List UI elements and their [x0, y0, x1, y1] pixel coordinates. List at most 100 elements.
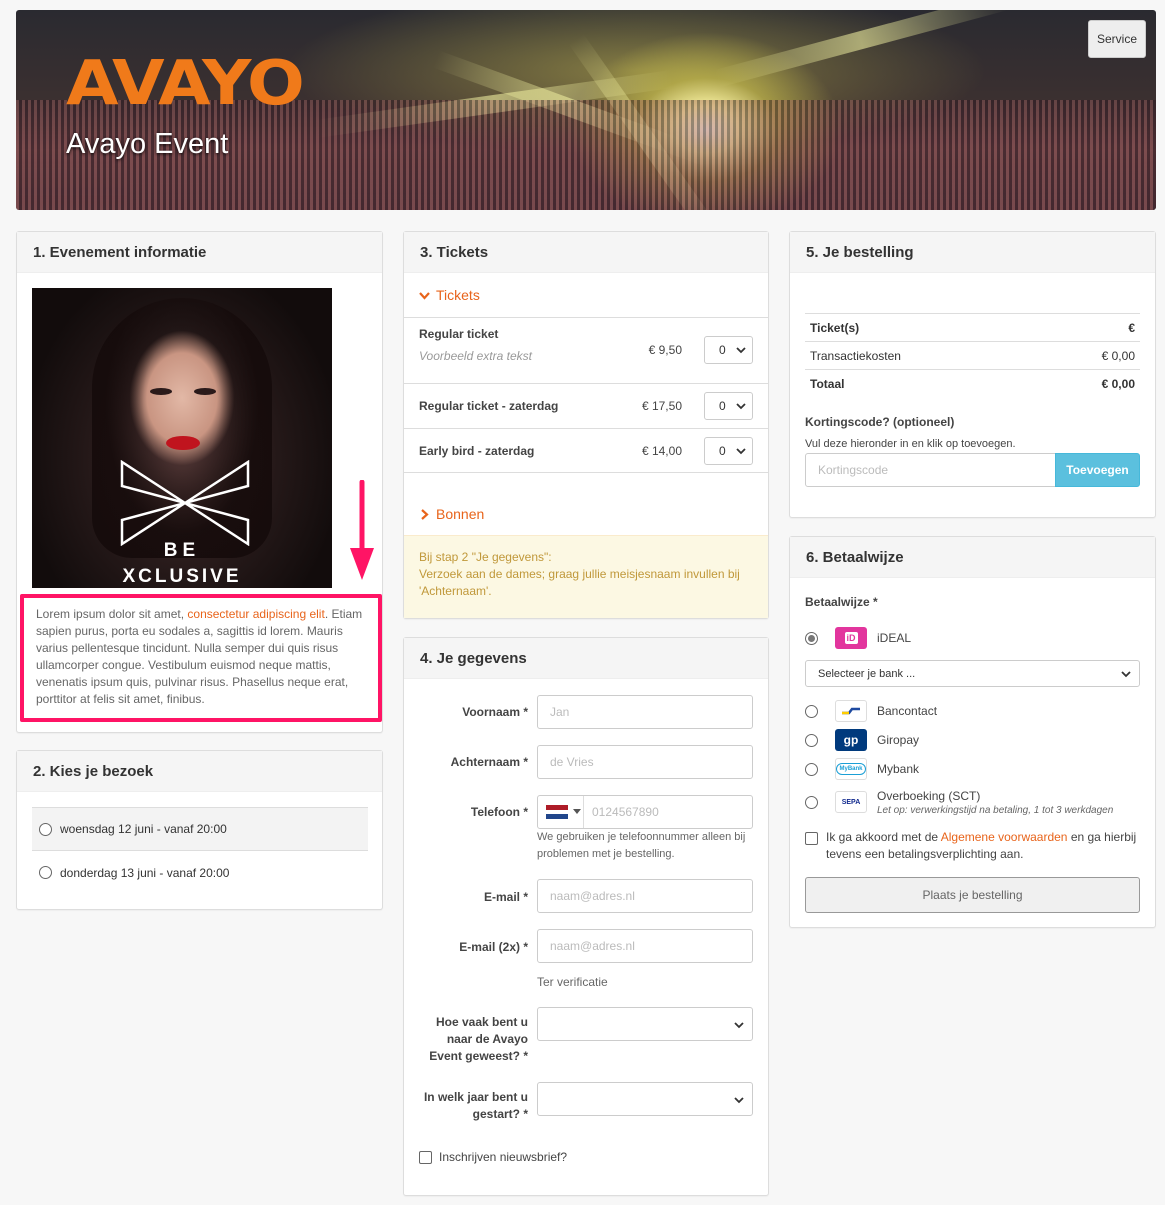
ticket-quantity-select[interactable]: 0	[704, 437, 753, 465]
year-select[interactable]	[537, 1082, 753, 1116]
event-poster-image: BE XCLUSIVE	[32, 288, 332, 588]
summary-value: € 0,00	[1101, 376, 1135, 391]
radio-button[interactable]	[805, 795, 818, 809]
ticket-name: Regular ticket	[419, 327, 499, 341]
phone-help-text: We gebruiken je telefoonnummer alleen bi…	[537, 831, 746, 860]
chevron-down-icon	[734, 1097, 744, 1104]
sepa-logo-icon: SEPA	[835, 791, 867, 813]
ticket-row: Early bird - zaterdag € 14,00 0	[404, 428, 768, 473]
newsletter-option[interactable]: Inschrijven nieuwsbrief?	[419, 1150, 567, 1164]
payment-option-bancontact[interactable]: Bancontact	[805, 699, 1140, 723]
ticket-name: Regular ticket - zaterdag	[419, 399, 559, 413]
chevron-down-icon	[734, 1022, 744, 1029]
discount-help: Vul deze hieronder in en klik op toevoeg…	[805, 438, 1016, 450]
payment-method-label: Betaalwijze *	[805, 595, 878, 609]
ticket-price: € 14,00	[641, 444, 682, 458]
notice-text: Verzoek aan de dames; graag jullie meisj…	[419, 567, 740, 598]
newsletter-checkbox[interactable]	[419, 1150, 432, 1164]
radio-button[interactable]	[805, 733, 818, 747]
service-button[interactable]: Service	[1088, 20, 1146, 58]
summary-label: Totaal	[810, 376, 845, 391]
poster-text-xclusive: XCLUSIVE	[122, 566, 242, 587]
radio-button[interactable]	[805, 762, 818, 776]
payment-method-name: Overboeking (SCT)	[877, 788, 981, 803]
description-link[interactable]: consectetur adipiscing elit	[187, 607, 324, 621]
place-order-button[interactable]: Plaats je bestelling	[805, 877, 1140, 913]
tickets-toggle[interactable]: Tickets	[419, 287, 480, 303]
vouchers-toggle[interactable]: Bonnen	[419, 506, 484, 522]
placeholder-text: de Vries	[550, 755, 594, 769]
header-banner: AVAYO Avayo Event Service	[16, 10, 1156, 210]
quantity-value: 0	[719, 444, 726, 458]
ticket-quantity-select[interactable]: 0	[704, 336, 753, 364]
bancontact-logo-icon	[835, 700, 867, 722]
bank-select-value: Selecteer je bank ...	[818, 667, 916, 680]
description-text: . Etiam sapien purus, porta eu sodales a…	[36, 607, 363, 706]
discount-code-input[interactable]: Kortingscode	[805, 453, 1056, 487]
event-info-title: 1. Evenement informatie	[17, 232, 382, 273]
summary-row-tickets: Ticket(s) €	[805, 313, 1140, 341]
payment-option-giropay[interactable]: gp Giropay	[805, 728, 1140, 752]
payment-panel: 6. Betaalwijze Betaalwijze * iD iDEAL Se…	[789, 536, 1156, 928]
placeholder-text: naam@adres.nl	[550, 939, 635, 953]
order-title: 5. Je bestelling	[790, 232, 1155, 273]
year-label: In welk jaar bent u gestart? *	[423, 1090, 528, 1121]
country-select[interactable]	[538, 796, 584, 828]
add-discount-button[interactable]: Toevoegen	[1055, 453, 1140, 487]
visits-label: Hoe vaak bent u naar de Avayo Event gewe…	[429, 1015, 528, 1063]
bank-select[interactable]: Selecteer je bank ...	[805, 660, 1140, 687]
placeholder-text: Jan	[550, 705, 570, 719]
payment-option-sepa[interactable]: SEPA Overboeking (SCT) Let op: verwerkin…	[805, 785, 1140, 819]
visit-option-label: woensdag 12 juni - vanaf 20:00	[60, 822, 227, 836]
brand-logo: AVAYO	[66, 48, 305, 120]
terms-agreement[interactable]: Ik ga akkoord met de Algemene voorwaarde…	[805, 829, 1140, 863]
payment-option-mybank[interactable]: MyBank Mybank	[805, 757, 1140, 781]
last-name-input[interactable]: de Vries	[537, 745, 753, 779]
terms-link[interactable]: Algemene voorwaarden	[941, 830, 1068, 844]
payment-method-name: Giropay	[877, 733, 920, 747]
email-input[interactable]: naam@adres.nl	[537, 879, 753, 913]
quantity-value: 0	[719, 399, 726, 413]
chevron-down-icon	[736, 448, 746, 455]
event-info-panel: 1. Evenement informatie BE XCLUSIVE Lore…	[16, 231, 383, 733]
terms-text: Ik ga akkoord met de Algemene voorwaarde…	[826, 829, 1140, 863]
visit-panel: 2. Kies je bezoek woensdag 12 juni - van…	[16, 750, 383, 910]
phone-input[interactable]: 0124567890	[537, 795, 753, 829]
chevron-down-icon	[736, 403, 746, 410]
ideal-logo-icon: iD	[835, 627, 867, 649]
chevron-down-icon	[1121, 671, 1131, 678]
tickets-title: 3. Tickets	[404, 232, 768, 273]
order-panel: 5. Je bestelling Ticket(s) € Transactiek…	[789, 231, 1156, 518]
tickets-panel: 3. Tickets Tickets Regular ticket Voorbe…	[403, 231, 769, 619]
mybank-logo-icon: MyBank	[835, 758, 867, 780]
terms-checkbox[interactable]	[805, 832, 818, 845]
radio-button[interactable]	[805, 631, 818, 645]
ticket-quantity-select[interactable]: 0	[704, 392, 753, 420]
radio-button[interactable]	[39, 866, 52, 879]
email-confirm-help: Ter verificatie	[537, 975, 608, 989]
last-name-label: Achternaam *	[450, 755, 528, 769]
ticket-price: € 17,50	[641, 399, 682, 413]
summary-row-total: Totaal € 0,00	[805, 369, 1140, 397]
visits-select[interactable]	[537, 1007, 753, 1041]
ticket-row: Regular ticket Voorbeeld extra tekst € 9…	[404, 317, 768, 383]
netherlands-flag-icon	[546, 805, 568, 819]
first-name-label: Voornaam *	[462, 705, 528, 719]
first-name-input[interactable]: Jan	[537, 695, 753, 729]
visit-options: woensdag 12 juni - vanaf 20:00 donderdag…	[32, 807, 368, 894]
quantity-value: 0	[719, 343, 726, 357]
visit-option[interactable]: woensdag 12 juni - vanaf 20:00	[32, 808, 368, 851]
notice-box: Bij stap 2 "Je gegevens": Verzoek aan de…	[404, 535, 768, 618]
radio-button[interactable]	[39, 822, 52, 836]
vouchers-toggle-label: Bonnen	[436, 506, 485, 522]
visit-option[interactable]: donderdag 13 juni - vanaf 20:00	[32, 851, 368, 894]
event-description: Lorem ipsum dolor sit amet, consectetur …	[20, 594, 382, 722]
email-confirm-input[interactable]: naam@adres.nl	[537, 929, 753, 963]
ticket-price: € 9,50	[648, 343, 682, 357]
visit-title: 2. Kies je bezoek	[17, 751, 382, 792]
payment-option-ideal[interactable]: iD iDEAL	[805, 625, 1140, 651]
email-label: E-mail *	[483, 890, 528, 904]
tickets-toggle-label: Tickets	[436, 287, 480, 303]
radio-button[interactable]	[805, 704, 818, 718]
summary-label: Transactiekosten	[810, 348, 901, 363]
